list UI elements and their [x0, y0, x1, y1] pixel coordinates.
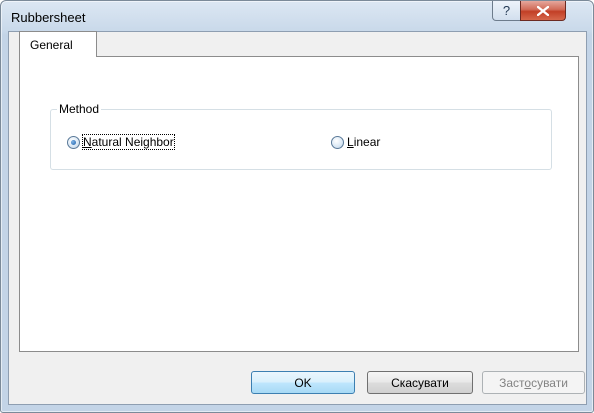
- apply-button-label: Застосувати: [499, 375, 568, 390]
- radio-natural-neighbor-label: Natural Neighbor: [82, 134, 175, 150]
- close-button[interactable]: [520, 1, 566, 21]
- method-group-label: Method: [57, 102, 102, 116]
- close-icon: [537, 5, 549, 16]
- apply-button[interactable]: Застосувати: [482, 371, 585, 394]
- tab-general-label: General: [30, 38, 73, 52]
- cancel-button[interactable]: Скасувати: [367, 371, 473, 394]
- window-title: Rubbersheet: [11, 10, 86, 25]
- radio-checked-icon: [67, 135, 80, 149]
- help-button[interactable]: ?: [492, 1, 521, 21]
- help-icon: ?: [502, 3, 511, 18]
- radio-linear-label: Linear: [347, 135, 381, 149]
- dialog-window: Rubbersheet ? General Method Natural Nei…: [0, 0, 594, 413]
- tab-general[interactable]: General: [19, 31, 97, 57]
- radio-natural-neighbor[interactable]: Natural Neighbor: [67, 134, 175, 150]
- radio-unchecked-icon: [331, 135, 344, 149]
- tab-panel-general: Method Natural Neighbor Linear: [19, 56, 579, 352]
- cancel-button-label: Скасувати: [391, 375, 449, 390]
- ok-button[interactable]: OK: [251, 371, 355, 394]
- radio-linear[interactable]: Linear: [331, 135, 380, 149]
- ok-button-label: OK: [294, 375, 312, 390]
